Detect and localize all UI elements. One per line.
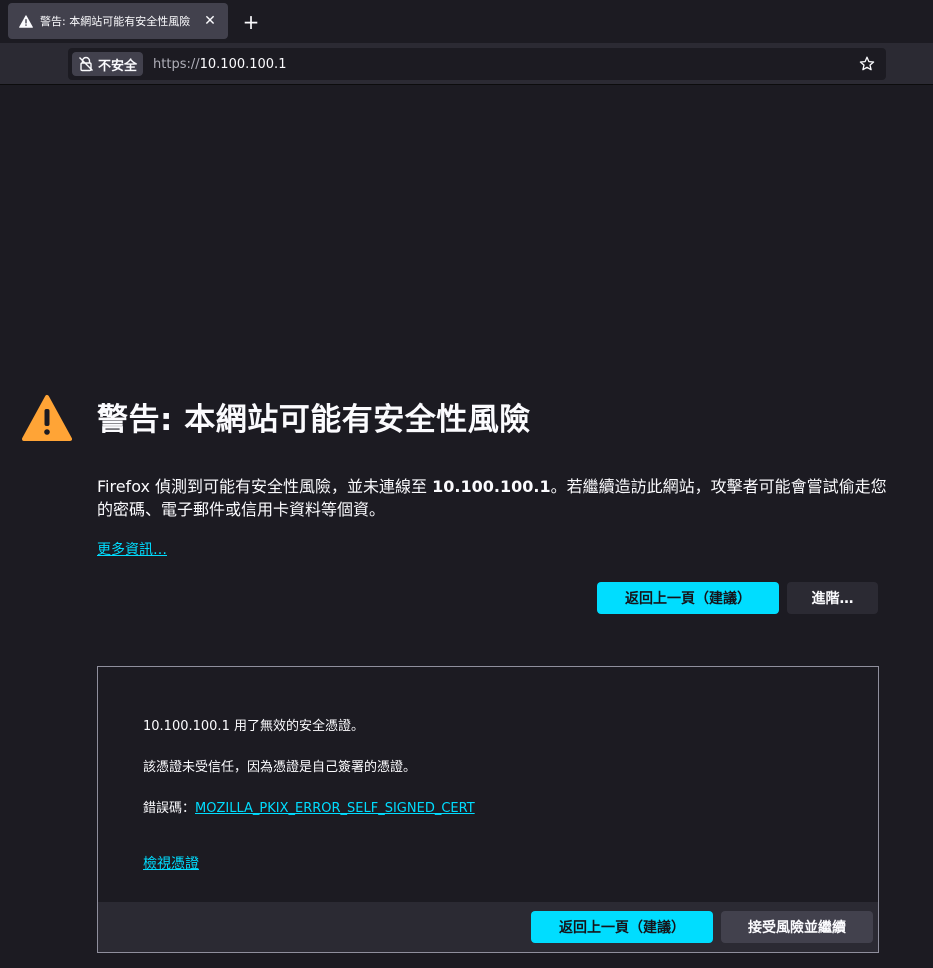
close-icon[interactable]: ✕ bbox=[202, 13, 218, 29]
not-secure-label: 不安全 bbox=[98, 58, 138, 74]
error-code-line: 錯誤碼：MOZILLA_PKIX_ERROR_SELF_SIGNED_CERT bbox=[143, 797, 475, 816]
warning-icon bbox=[18, 13, 34, 29]
advanced-button[interactable]: 進階… bbox=[787, 582, 878, 614]
self-signed-text: 該憑證未受信任，因為憑證是自己簽署的憑證。 bbox=[143, 760, 417, 775]
error-page: 警告: 本網站可能有安全性風險 Firefox 偵測到可能有安全性風險，並未連線… bbox=[0, 86, 933, 968]
description-text: Firefox 偵測到可能有安全性風險，並未連線至 bbox=[97, 477, 433, 496]
navigation-toolbar: 不安全 https://10.100.100.1 bbox=[0, 43, 933, 85]
insecure-lock-icon bbox=[79, 56, 93, 72]
page-title: 警告: 本網站可能有安全性風險 bbox=[97, 402, 531, 438]
error-description: Firefox 偵測到可能有安全性風險，並未連線至 10.100.100.1。若… bbox=[97, 475, 887, 521]
url-text[interactable]: https://10.100.100.1 bbox=[153, 57, 852, 72]
tab-title: 警告: 本網站可能有安全性風險 bbox=[40, 15, 191, 28]
error-code-link[interactable]: MOZILLA_PKIX_ERROR_SELF_SIGNED_CERT bbox=[195, 801, 475, 816]
new-tab-button[interactable]: + bbox=[240, 11, 262, 33]
url-scheme: https:// bbox=[153, 56, 200, 72]
url-host: 10.100.100.1 bbox=[199, 56, 287, 72]
advanced-panel-footer: 返回上一頁（建議） 接受風險並繼續 bbox=[98, 902, 878, 952]
description-host: 10.100.100.1 bbox=[432, 477, 551, 496]
learn-more-link[interactable]: 更多資訊… bbox=[97, 539, 167, 559]
invalid-cert-text: 10.100.100.1 用了無效的安全憑證。 bbox=[143, 719, 364, 734]
bookmark-star-icon[interactable] bbox=[852, 52, 882, 76]
tab-strip: 警告: 本網站可能有安全性風險 ✕ + bbox=[0, 0, 933, 43]
site-identity-button[interactable]: 不安全 bbox=[72, 52, 144, 76]
advanced-panel: 10.100.100.1 用了無效的安全憑證。 該憑證未受信任，因為憑證是自己簽… bbox=[97, 666, 879, 953]
error-code-label: 錯誤碼： bbox=[143, 801, 196, 816]
go-back-button-secondary[interactable]: 返回上一頁（建議） bbox=[531, 911, 713, 943]
url-bar[interactable]: 不安全 https://10.100.100.1 bbox=[68, 48, 886, 80]
go-back-button[interactable]: 返回上一頁（建議） bbox=[597, 582, 779, 614]
tab-active[interactable]: 警告: 本網站可能有安全性風險 ✕ bbox=[8, 3, 228, 39]
warning-icon bbox=[22, 395, 72, 441]
accept-risk-button[interactable]: 接受風險並繼續 bbox=[721, 911, 873, 943]
view-certificate-link[interactable]: 檢視憑證 bbox=[143, 853, 199, 873]
